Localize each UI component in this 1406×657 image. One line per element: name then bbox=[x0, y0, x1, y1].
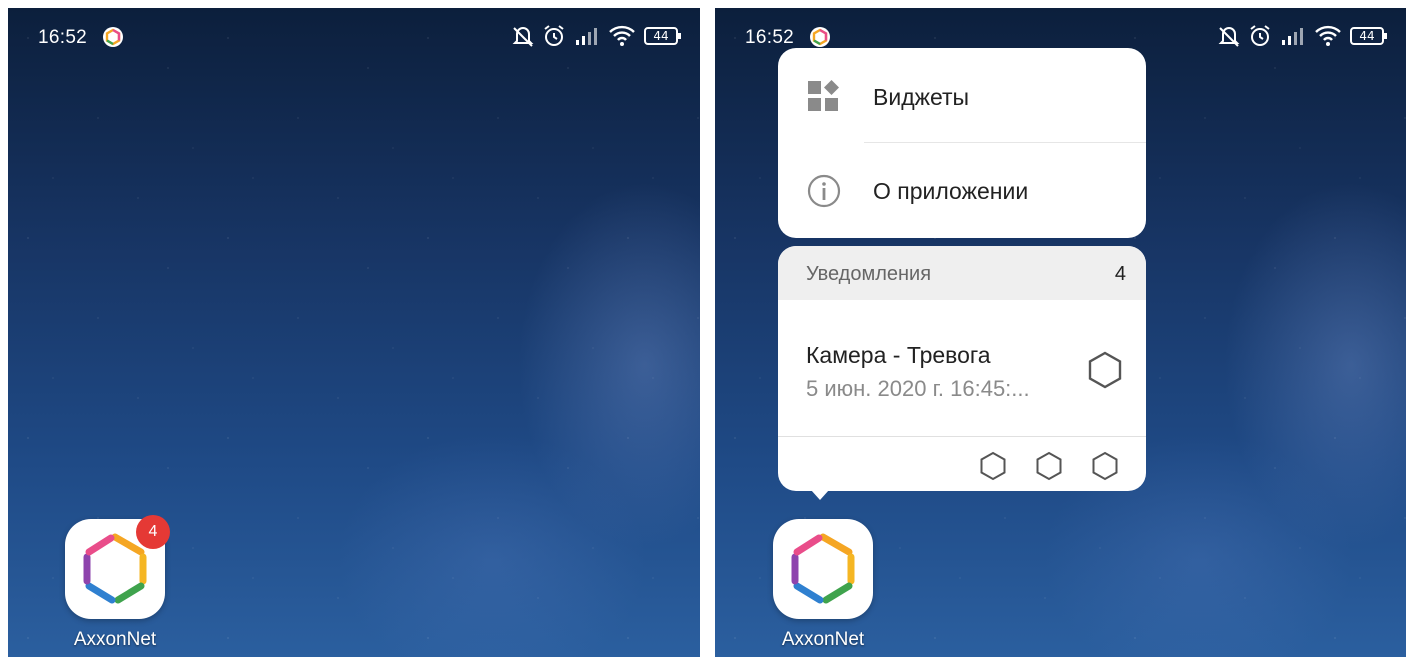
battery-level: 44 bbox=[653, 29, 668, 43]
notifications-header-label: Уведомления bbox=[806, 263, 932, 285]
hexagon-icon bbox=[1088, 351, 1122, 389]
notifications-count: 4 bbox=[1114, 263, 1126, 285]
notifications-header: Уведомления 4 bbox=[778, 246, 1146, 300]
notification-title: Камера - Тревога bbox=[806, 342, 991, 368]
menu-item-app-info[interactable]: О приложении bbox=[778, 142, 1146, 236]
app-notification-icon bbox=[810, 27, 830, 47]
status-time: 16:52 bbox=[745, 27, 795, 48]
notifications-panel: Уведомления 4 Камера - Тревога 5 июн. 20… bbox=[778, 246, 1146, 491]
app-notification-icon bbox=[103, 27, 123, 47]
axxonnet-hexagon-icon bbox=[791, 533, 855, 604]
menu-item-widgets[interactable]: Виджеты bbox=[778, 48, 1146, 142]
app-label[interactable]: AxxonNet bbox=[753, 629, 893, 651]
home-screen-right: 16:52 44 Виджеты О приложении Уведомлени… bbox=[715, 8, 1406, 657]
signal-icon bbox=[576, 28, 597, 45]
wifi-icon bbox=[609, 25, 635, 46]
alarm-clock-icon bbox=[1250, 25, 1270, 46]
home-screen-left: 16:52 44 4 AxxonNet bbox=[8, 8, 700, 657]
status-bar: 16:52 44 bbox=[715, 8, 1406, 52]
status-icons: 44 bbox=[512, 24, 682, 48]
notification-subtitle: 5 июн. 2020 г. 16:45:... bbox=[806, 376, 1030, 401]
hexagon-icon[interactable] bbox=[1090, 451, 1120, 481]
wifi-icon bbox=[1315, 25, 1341, 46]
popup-pointer bbox=[811, 490, 829, 500]
alarm-off-icon bbox=[1218, 27, 1240, 47]
status-bar: 16:52 44 bbox=[8, 8, 700, 52]
battery-icon: 44 bbox=[644, 27, 681, 45]
alarm-off-icon bbox=[512, 27, 534, 47]
battery-icon: 44 bbox=[1350, 27, 1387, 45]
status-time: 16:52 bbox=[38, 27, 88, 48]
status-icons: 44 bbox=[1218, 24, 1388, 48]
widgets-icon bbox=[808, 80, 839, 111]
notifications-divider bbox=[778, 436, 1146, 437]
hexagon-icon[interactable] bbox=[978, 451, 1008, 481]
hexagon-icon[interactable] bbox=[1034, 451, 1064, 481]
menu-item-label: О приложении bbox=[873, 178, 1029, 204]
axxonnet-app-icon[interactable] bbox=[773, 519, 873, 619]
app-label[interactable]: AxxonNet bbox=[45, 629, 185, 651]
battery-level: 44 bbox=[1359, 29, 1374, 43]
notification-badge: 4 bbox=[136, 515, 170, 549]
app-shortcut-menu: Виджеты О приложении bbox=[778, 48, 1146, 238]
menu-item-label: Виджеты bbox=[873, 84, 970, 110]
alarm-clock-icon bbox=[544, 25, 564, 46]
info-icon bbox=[807, 174, 841, 208]
signal-icon bbox=[1282, 28, 1303, 45]
